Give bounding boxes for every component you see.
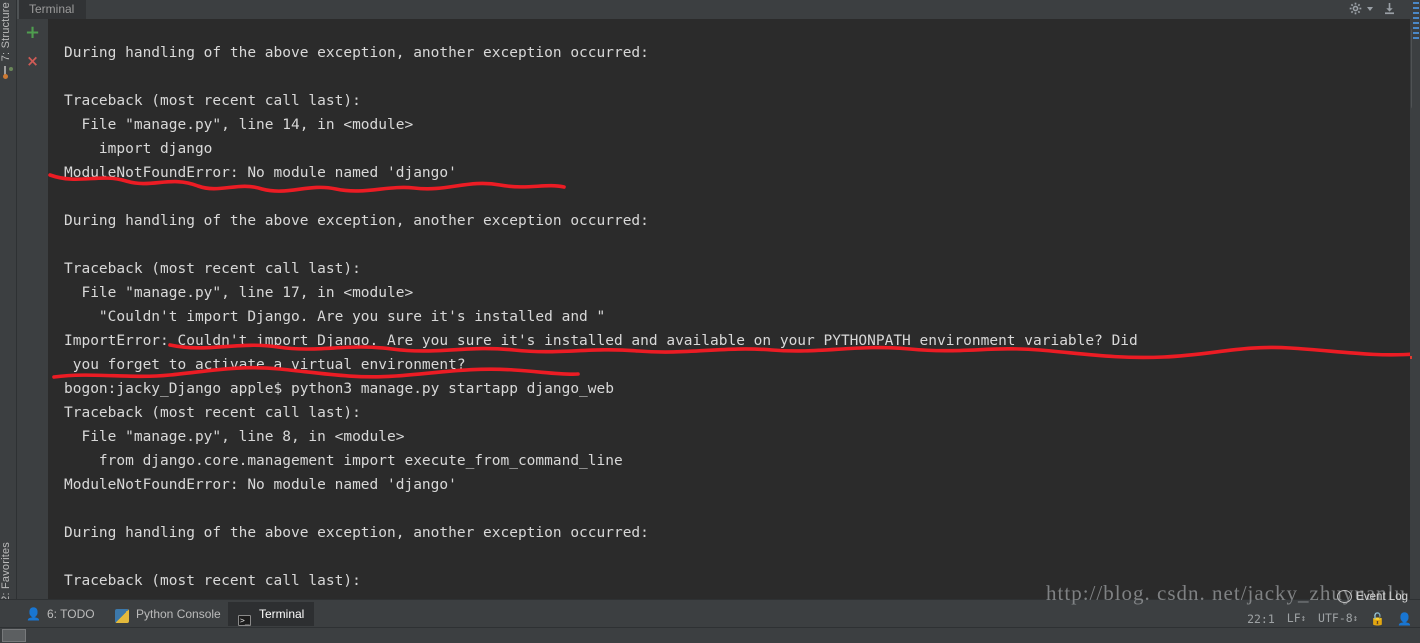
close-terminal-session-button[interactable]: × (17, 47, 48, 75)
python-icon (115, 607, 130, 623)
sidebar-tab-structure-label: 7: Structure (0, 2, 12, 62)
terminal-line: File "manage.py", line 8, in <module> (64, 429, 405, 445)
terminal-line: During handling of the above exception, … (64, 213, 649, 229)
hide-panel-icon[interactable] (1383, 2, 1396, 15)
terminal-line: File "manage.py", line 14, in <module> (64, 117, 414, 133)
terminal-line: from django.core.management import execu… (64, 453, 623, 469)
terminal-line: Traceback (most recent call last): (64, 261, 361, 277)
terminal-output-text: During handling of the above exception, … (64, 41, 1138, 593)
panel-header-actions (1349, 2, 1396, 15)
event-log-button[interactable]: Event Log (1337, 590, 1408, 603)
terminal-line: import django (64, 141, 213, 157)
terminal-panel-header: Terminal (17, 0, 1420, 20)
foot-indicator (2, 629, 26, 642)
status-bar-right: 22:1 LF↕ UTF-8↕ 🔓 👤 (1247, 611, 1412, 626)
terminal-line: During handling of the above exception, … (64, 45, 649, 61)
terminal-line: During handling of the above exception, … (64, 525, 649, 541)
structure-icon (0, 64, 16, 80)
encoding-selector[interactable]: UTF-8↕ (1318, 611, 1358, 626)
window-foot (0, 627, 1420, 643)
chevron-down-icon[interactable] (1367, 6, 1373, 11)
terminal-side-toolbar: + × (17, 19, 49, 600)
terminal-line: bogon:jacky_Django apple$ python3 manage… (64, 381, 614, 397)
terminal-tab[interactable]: Terminal (17, 0, 87, 19)
left-tool-strip: 7: Structure 2: Favorites ★ (0, 0, 17, 622)
todo-icon: 👤 (26, 606, 41, 621)
terminal-line: "Couldn't import Django. Are you sure it… (64, 309, 606, 325)
terminal-line: ModuleNotFoundError: No module named 'dj… (64, 477, 457, 493)
ide-window: 7: Structure 2: Favorites ★ Terminal (0, 0, 1420, 643)
new-terminal-session-button[interactable]: + (17, 19, 48, 47)
terminal-panel: Terminal + × During handling of the abov… (17, 0, 1420, 600)
bottom-tab-terminal[interactable]: >_ Terminal (228, 602, 315, 626)
edge-tick-marks (1413, 2, 1419, 42)
gear-icon[interactable] (1349, 2, 1362, 15)
caret-position[interactable]: 22:1 (1247, 612, 1275, 626)
right-edge-strip (1412, 0, 1420, 600)
bottom-tool-window-bar: 👤 6: TODO Python Console >_ Terminal htt… (0, 581, 1420, 628)
bottom-tab-python-console[interactable]: Python Console (105, 602, 231, 626)
terminal-line: Traceback (most recent call last): (64, 93, 361, 109)
bottom-tab-todo-label: 6: TODO (47, 607, 95, 621)
terminal-output-area[interactable]: During handling of the above exception, … (48, 19, 1410, 600)
bottom-tab-python-console-label: Python Console (136, 607, 221, 621)
bottom-tab-terminal-label: Terminal (259, 607, 305, 621)
terminal-line: you forget to activate a virtual environ… (64, 357, 466, 373)
terminal-line: ImportError: Couldn't import Django. Are… (64, 333, 1138, 349)
event-log-label: Event Log (1356, 590, 1408, 603)
terminal-line: Traceback (most recent call last): (64, 405, 361, 421)
lock-icon[interactable]: 🔓 (1370, 612, 1385, 626)
sidebar-tab-favorites-label: 2: Favorites (0, 542, 12, 602)
sidebar-tab-structure[interactable]: 7: Structure (0, 0, 16, 81)
terminal-line: ModuleNotFoundError: No module named 'dj… (64, 165, 457, 181)
terminal-icon: >_ (238, 614, 251, 626)
terminal-line: Traceback (most recent call last): (64, 573, 361, 589)
terminal-line: File "manage.py", line 17, in <module> (64, 285, 414, 301)
line-separator-selector[interactable]: LF↕ (1287, 611, 1306, 626)
hector-inspection-icon[interactable]: 👤 (1397, 612, 1412, 626)
bottom-tab-todo[interactable]: 👤 6: TODO (16, 602, 105, 626)
speech-bubble-icon (1337, 590, 1353, 603)
